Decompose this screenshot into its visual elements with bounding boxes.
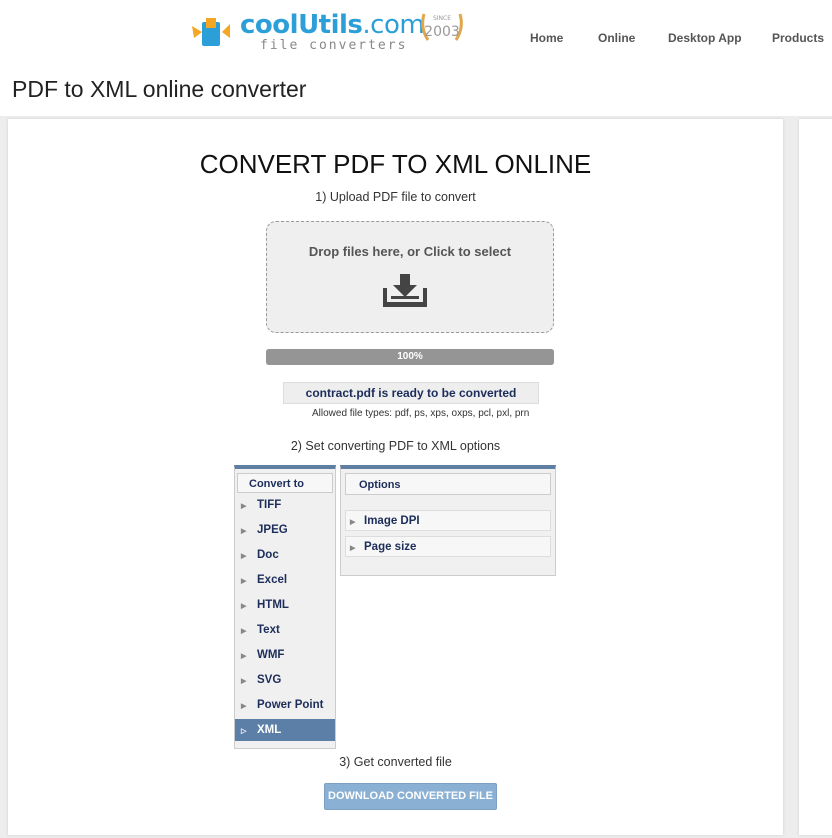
progress-label: 100%: [397, 351, 423, 362]
format-label: Power Point: [257, 699, 324, 711]
triangle-right-icon: ▶: [241, 678, 247, 685]
triangle-right-icon: ▶: [241, 503, 247, 510]
format-text[interactable]: ▶ Text: [235, 619, 335, 641]
format-label: Doc: [257, 549, 279, 561]
convert-to-panel: Convert to ▶ TIFF ▶ JPEG ▶ Doc ▶ Excel ▶ HTML…: [234, 465, 336, 749]
logo-tagline: file converters: [260, 38, 408, 53]
logo[interactable]: coolUtils.com file converters SINCE 2003: [190, 8, 470, 56]
format-doc[interactable]: ▶ Doc: [235, 544, 335, 566]
option-label: Page size: [364, 541, 417, 553]
format-label: JPEG: [257, 524, 288, 536]
option-image-dpi[interactable]: ▶ Image DPI: [345, 510, 551, 531]
triangle-right-icon: ▶: [241, 578, 247, 585]
triangle-right-icon: ▷: [241, 728, 247, 735]
step-3-label: 3) Get converted file: [339, 755, 452, 769]
file-dropzone[interactable]: Drop files here, or Click to select: [266, 221, 554, 333]
download-converted-file-button[interactable]: DOWNLOAD CONVERTED FILE: [324, 783, 497, 810]
since-badge-icon: SINCE 2003: [421, 13, 463, 41]
format-jpeg[interactable]: ▶ JPEG: [235, 519, 335, 541]
side-card: [799, 119, 832, 835]
allowed-file-types: Allowed file types: pdf, ps, xps, oxps, …: [312, 408, 530, 419]
triangle-right-icon: ▶: [350, 519, 356, 526]
option-page-size[interactable]: ▶ Page size: [345, 536, 551, 557]
download-tray-icon: [383, 274, 427, 307]
nav-online[interactable]: Online: [598, 31, 635, 45]
triangle-right-icon: ▶: [350, 545, 356, 552]
format-label: TIFF: [257, 499, 282, 511]
format-label: HTML: [257, 599, 289, 611]
logo-icon: [192, 18, 230, 46]
file-status: contract.pdf is ready to be converted: [283, 382, 539, 404]
page-title: PDF to XML online converter: [12, 76, 307, 102]
step-1-label: 1) Upload PDF file to convert: [315, 190, 476, 204]
option-label: Image DPI: [364, 515, 420, 527]
format-excel[interactable]: ▶ Excel: [235, 569, 335, 591]
badge-since: SINCE: [433, 15, 451, 22]
format-label: SVG: [257, 674, 282, 686]
logo-text: coolUtils.com: [240, 10, 425, 40]
triangle-right-icon: ▶: [241, 553, 247, 560]
format-tiff[interactable]: ▶ TIFF: [235, 494, 335, 516]
triangle-right-icon: ▶: [241, 528, 247, 535]
format-xml[interactable]: ▷ XML: [235, 719, 335, 741]
format-svg[interactable]: ▶ SVG: [235, 669, 335, 691]
triangle-right-icon: ▶: [241, 703, 247, 710]
format-label: Excel: [257, 574, 288, 586]
converter-card: CONVERT PDF TO XML ONLINE 1) Upload PDF …: [8, 119, 783, 835]
header: coolUtils.com file converters SINCE 2003…: [0, 0, 832, 72]
format-label: XML: [257, 724, 282, 736]
upload-progress-bar: 100%: [266, 349, 554, 365]
options-header: Options: [345, 473, 551, 495]
convert-to-header: Convert to: [237, 473, 333, 493]
format-html[interactable]: ▶ HTML: [235, 594, 335, 616]
format-wmf[interactable]: ▶ WMF: [235, 644, 335, 666]
nav-products[interactable]: Products: [772, 31, 824, 45]
step-2-label: 2) Set converting PDF to XML options: [290, 439, 501, 453]
format-label: WMF: [257, 649, 285, 661]
nav-desktop-app[interactable]: Desktop App: [668, 31, 742, 45]
triangle-right-icon: ▶: [241, 628, 247, 635]
converter-heading: CONVERT PDF TO XML ONLINE: [199, 149, 592, 179]
nav-home[interactable]: Home: [530, 31, 563, 45]
options-panel: Options ▶ Image DPI ▶ Page size: [340, 465, 556, 576]
triangle-right-icon: ▶: [241, 653, 247, 660]
format-label: Text: [257, 624, 280, 636]
badge-year: 2003: [424, 24, 460, 40]
dropzone-text: Drop files here, or Click to select: [308, 244, 512, 259]
triangle-right-icon: ▶: [241, 603, 247, 610]
format-power-point[interactable]: ▶ Power Point: [235, 694, 335, 716]
